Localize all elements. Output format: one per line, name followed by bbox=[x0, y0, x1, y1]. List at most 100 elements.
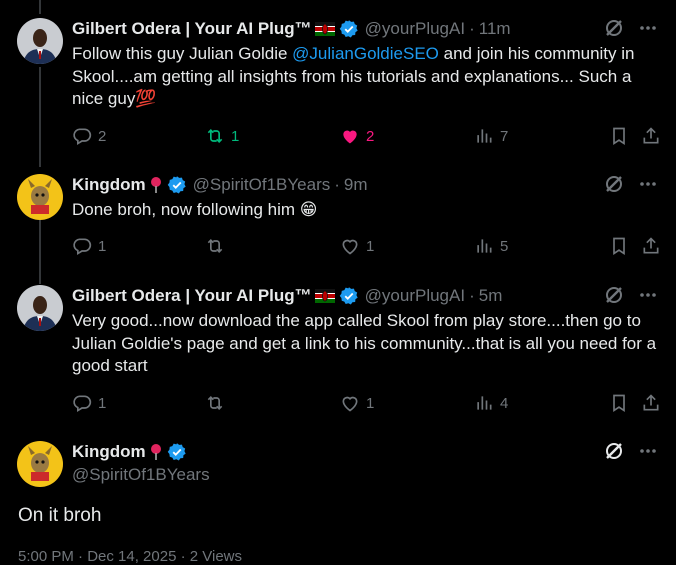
tweet-top-icons bbox=[604, 174, 658, 199]
tweet-header: Gilbert Odera | Your AI Plug™ @yourPlugA… bbox=[72, 18, 511, 40]
share-button[interactable] bbox=[641, 393, 661, 413]
more-icon[interactable] bbox=[638, 441, 658, 466]
repost-count: 1 bbox=[231, 127, 240, 145]
tweet-header: Gilbert Odera | Your AI Plug™ @yourPlugA… bbox=[72, 285, 502, 307]
reply-button[interactable]: 2 bbox=[72, 126, 106, 146]
bookmark-button[interactable] bbox=[609, 393, 629, 413]
bookmark-icon bbox=[609, 393, 629, 413]
more-icon[interactable] bbox=[638, 285, 658, 310]
like-button[interactable]: 1 bbox=[340, 236, 374, 256]
like-count: 2 bbox=[366, 127, 375, 145]
bookmark-button[interactable] bbox=[609, 126, 629, 146]
tweet-top-icons bbox=[604, 285, 658, 310]
grok-icon[interactable] bbox=[604, 285, 624, 310]
share-button[interactable] bbox=[641, 126, 661, 146]
tweet-time[interactable]: 5m bbox=[479, 286, 503, 306]
repost-icon bbox=[205, 393, 225, 413]
thread-line bbox=[39, 220, 41, 284]
views-button[interactable]: 4 bbox=[474, 393, 508, 413]
author-name[interactable]: Gilbert Odera | Your AI Plug™ bbox=[72, 19, 312, 39]
verified-badge-icon bbox=[339, 19, 359, 39]
author-handle[interactable]: @SpiritOf1BYears bbox=[193, 175, 331, 195]
tweet-text: Follow this guy Julian Goldie @JulianGol… bbox=[72, 43, 667, 111]
author-handle[interactable]: @SpiritOf1BYears bbox=[72, 465, 210, 485]
avatar-kingdom[interactable] bbox=[17, 174, 63, 220]
grok-icon[interactable] bbox=[604, 18, 624, 43]
repost-button[interactable] bbox=[205, 393, 231, 413]
views-icon bbox=[474, 236, 494, 256]
like-count: 1 bbox=[366, 394, 375, 412]
location-pin-icon bbox=[149, 176, 163, 194]
views-button[interactable]: 5 bbox=[474, 236, 508, 256]
reply-icon bbox=[72, 393, 92, 413]
reply-count: 2 bbox=[98, 127, 107, 145]
tweet-time[interactable]: 11m bbox=[479, 19, 511, 39]
bookmark-icon bbox=[609, 236, 629, 256]
verified-badge-icon bbox=[339, 286, 359, 306]
reply-count: 1 bbox=[98, 394, 107, 412]
share-icon bbox=[641, 126, 661, 146]
share-icon bbox=[641, 236, 661, 256]
bookmark-button[interactable] bbox=[609, 236, 629, 256]
tweet-actions: 1 1 4 bbox=[72, 391, 662, 415]
share-button[interactable] bbox=[641, 236, 661, 256]
views-count: 5 bbox=[500, 237, 509, 255]
tweet-actions: 2 1 2 7 bbox=[72, 124, 662, 148]
like-icon bbox=[340, 393, 360, 413]
tweet-top-icons bbox=[604, 441, 658, 466]
views-button[interactable]: 7 bbox=[474, 126, 508, 146]
reply-icon bbox=[72, 236, 92, 256]
more-icon[interactable] bbox=[638, 18, 658, 43]
avatar-gilbert[interactable] bbox=[17, 18, 63, 64]
separator-dot: · bbox=[469, 286, 475, 305]
tweet-text: Very good...now download the app called … bbox=[72, 311, 657, 375]
author-handle[interactable]: @yourPlugAI bbox=[365, 19, 465, 39]
tweet-actions: 1 1 5 bbox=[72, 234, 662, 258]
repost-icon bbox=[205, 236, 225, 256]
grok-icon[interactable] bbox=[604, 174, 624, 199]
like-button[interactable]: 2 bbox=[340, 126, 374, 146]
verified-badge-icon bbox=[167, 442, 187, 462]
tweet-top-icons bbox=[604, 18, 658, 43]
kenya-flag-icon bbox=[314, 22, 335, 36]
location-pin-icon bbox=[149, 443, 163, 461]
repost-icon bbox=[205, 126, 225, 146]
like-icon bbox=[340, 126, 360, 146]
reply-button[interactable]: 1 bbox=[72, 236, 106, 256]
tweet-header: Kingdom @SpiritOf1BYears · 9m bbox=[72, 174, 368, 196]
grok-icon[interactable] bbox=[604, 441, 624, 466]
tweet-time[interactable]: 9m bbox=[344, 175, 368, 195]
author-name[interactable]: Kingdom bbox=[72, 175, 146, 195]
avatar-gilbert[interactable] bbox=[17, 285, 63, 331]
separator-dot: · bbox=[469, 19, 475, 38]
reply-icon bbox=[72, 126, 92, 146]
share-icon bbox=[641, 393, 661, 413]
avatar-kingdom[interactable] bbox=[17, 441, 63, 487]
tweet-text: Done broh, now following him 😁 bbox=[72, 200, 318, 219]
views-icon bbox=[474, 393, 494, 413]
author-handle[interactable]: @yourPlugAI bbox=[365, 286, 465, 306]
reply-count: 1 bbox=[98, 237, 107, 255]
reply-button[interactable]: 1 bbox=[72, 393, 106, 413]
views-icon bbox=[474, 126, 494, 146]
bookmark-icon bbox=[609, 126, 629, 146]
separator-dot: · bbox=[334, 175, 340, 194]
views-count: 7 bbox=[500, 127, 509, 145]
like-button[interactable]: 1 bbox=[340, 393, 374, 413]
views-count: 4 bbox=[500, 394, 509, 412]
like-icon bbox=[340, 236, 360, 256]
like-count: 1 bbox=[366, 237, 375, 255]
kenya-flag-icon bbox=[314, 289, 335, 303]
author-name[interactable]: Kingdom bbox=[72, 442, 146, 462]
main-tweet-text: On it broh bbox=[18, 505, 102, 526]
mention-link[interactable]: @JulianGoldieSEO bbox=[292, 44, 439, 63]
thread-line bbox=[39, 0, 41, 14]
tweet-text-part: Follow this guy Julian Goldie bbox=[72, 44, 293, 63]
repost-button[interactable]: 1 bbox=[205, 126, 239, 146]
more-icon[interactable] bbox=[638, 174, 658, 199]
author-name[interactable]: Gilbert Odera | Your AI Plug™ bbox=[72, 286, 312, 306]
tweet-header: Kingdom bbox=[72, 441, 187, 463]
repost-button[interactable] bbox=[205, 236, 231, 256]
thread-line bbox=[39, 67, 41, 167]
verified-badge-icon bbox=[167, 175, 187, 195]
